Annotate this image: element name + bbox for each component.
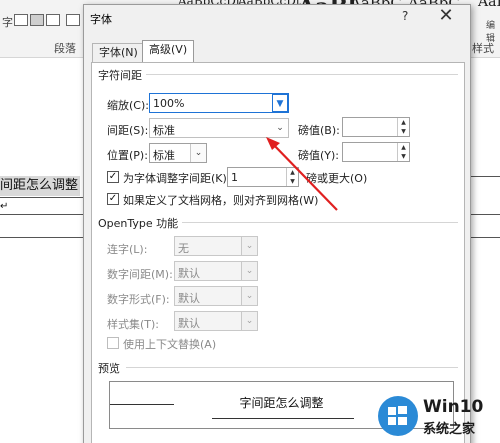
windows-logo-icon xyxy=(378,396,418,436)
watermark-site: 系统之家 xyxy=(423,422,476,437)
annotation-arrow-icon xyxy=(266,137,338,211)
watermark-brand: Win10 xyxy=(423,397,484,417)
